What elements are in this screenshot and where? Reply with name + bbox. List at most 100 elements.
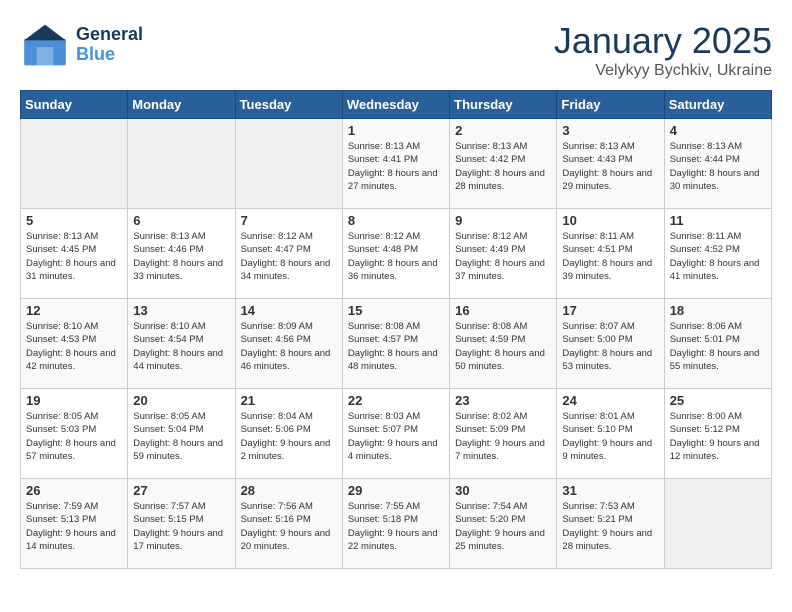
calendar-cell: 17 Sunrise: 8:07 AM Sunset: 5:00 PM Dayli… bbox=[557, 299, 664, 389]
day-info: Sunrise: 7:59 AM Sunset: 5:13 PM Dayligh… bbox=[26, 500, 122, 553]
calendar-cell: 12Sunrise: 8:10 AM Sunset: 4:53 PM Dayli… bbox=[21, 299, 128, 389]
day-number: 14 bbox=[241, 303, 337, 318]
calendar-cell: 6 Sunrise: 8:13 AM Sunset: 4:46 PM Daylig… bbox=[128, 209, 235, 299]
calendar-week-4: 19Sunrise: 8:05 AM Sunset: 5:03 PM Dayli… bbox=[21, 389, 772, 479]
day-info: Sunrise: 8:00 AM Sunset: 5:12 PM Dayligh… bbox=[670, 410, 766, 463]
day-number: 4 bbox=[670, 123, 766, 138]
day-info: Sunrise: 8:08 AM Sunset: 4:59 PM Dayligh… bbox=[455, 320, 551, 373]
calendar-cell bbox=[21, 119, 128, 209]
day-info: Sunrise: 8:13 AM Sunset: 4:44 PM Dayligh… bbox=[670, 140, 766, 193]
day-number: 26 bbox=[26, 483, 122, 498]
calendar-cell bbox=[128, 119, 235, 209]
calendar-cell: 21 Sunrise: 8:04 AM Sunset: 5:06 PM Dayli… bbox=[235, 389, 342, 479]
day-number: 3 bbox=[562, 123, 658, 138]
day-number: 18 bbox=[670, 303, 766, 318]
calendar-title: January 2025 bbox=[554, 20, 772, 62]
calendar-week-2: 5 Sunrise: 8:13 AM Sunset: 4:45 PM Daylig… bbox=[21, 209, 772, 299]
day-info: Sunrise: 8:04 AM Sunset: 5:06 PM Dayligh… bbox=[241, 410, 337, 463]
day-info: Sunrise: 8:13 AM Sunset: 4:42 PM Dayligh… bbox=[455, 140, 551, 193]
calendar-body: 1 Sunrise: 8:13 AM Sunset: 4:41 PM Daylig… bbox=[21, 119, 772, 569]
day-info: Sunrise: 8:10 AM Sunset: 4:53 PM Dayligh… bbox=[26, 320, 122, 373]
day-info: Sunrise: 8:12 AM Sunset: 4:49 PM Dayligh… bbox=[455, 230, 551, 283]
calendar-week-3: 12Sunrise: 8:10 AM Sunset: 4:53 PM Dayli… bbox=[21, 299, 772, 389]
day-number: 9 bbox=[455, 213, 551, 228]
day-number: 24 bbox=[562, 393, 658, 408]
day-number: 30 bbox=[455, 483, 551, 498]
calendar-cell: 1 Sunrise: 8:13 AM Sunset: 4:41 PM Daylig… bbox=[342, 119, 449, 209]
calendar-week-1: 1 Sunrise: 8:13 AM Sunset: 4:41 PM Daylig… bbox=[21, 119, 772, 209]
day-number: 27 bbox=[133, 483, 229, 498]
calendar-cell: 20 Sunrise: 8:05 AM Sunset: 5:04 PM Dayli… bbox=[128, 389, 235, 479]
day-number: 1 bbox=[348, 123, 444, 138]
day-number: 17 bbox=[562, 303, 658, 318]
col-wednesday: Wednesday bbox=[342, 91, 449, 119]
calendar-cell: 22 Sunrise: 8:03 AM Sunset: 5:07 PM Dayli… bbox=[342, 389, 449, 479]
day-info: Sunrise: 7:53 AM Sunset: 5:21 PM Dayligh… bbox=[562, 500, 658, 553]
day-number: 5 bbox=[26, 213, 122, 228]
day-number: 13 bbox=[133, 303, 229, 318]
day-info: Sunrise: 8:07 AM Sunset: 5:00 PM Dayligh… bbox=[562, 320, 658, 373]
day-info: Sunrise: 8:13 AM Sunset: 4:45 PM Dayligh… bbox=[26, 230, 122, 283]
col-sunday: Sunday bbox=[21, 91, 128, 119]
header-row: Sunday Monday Tuesday Wednesday Thursday… bbox=[21, 91, 772, 119]
calendar-table: Sunday Monday Tuesday Wednesday Thursday… bbox=[20, 90, 772, 569]
calendar-cell: 5 Sunrise: 8:13 AM Sunset: 4:45 PM Daylig… bbox=[21, 209, 128, 299]
day-info: Sunrise: 8:11 AM Sunset: 4:52 PM Dayligh… bbox=[670, 230, 766, 283]
day-number: 6 bbox=[133, 213, 229, 228]
calendar-cell: 3 Sunrise: 8:13 AM Sunset: 4:43 PM Daylig… bbox=[557, 119, 664, 209]
calendar-cell: 15Sunrise: 8:08 AM Sunset: 4:57 PM Dayli… bbox=[342, 299, 449, 389]
calendar-cell bbox=[664, 479, 771, 569]
calendar-cell: 19Sunrise: 8:05 AM Sunset: 5:03 PM Dayli… bbox=[21, 389, 128, 479]
col-monday: Monday bbox=[128, 91, 235, 119]
col-tuesday: Tuesday bbox=[235, 91, 342, 119]
calendar-cell: 23 Sunrise: 8:02 AM Sunset: 5:09 PM Dayli… bbox=[450, 389, 557, 479]
day-info: Sunrise: 7:57 AM Sunset: 5:15 PM Dayligh… bbox=[133, 500, 229, 553]
day-number: 31 bbox=[562, 483, 658, 498]
title-block: January 2025 Velykyy Bychkiv, Ukraine bbox=[554, 20, 772, 80]
calendar-cell: 18 Sunrise: 8:06 AM Sunset: 5:01 PM Dayli… bbox=[664, 299, 771, 389]
day-info: Sunrise: 8:13 AM Sunset: 4:41 PM Dayligh… bbox=[348, 140, 444, 193]
day-number: 23 bbox=[455, 393, 551, 408]
day-info: Sunrise: 8:11 AM Sunset: 4:51 PM Dayligh… bbox=[562, 230, 658, 283]
day-number: 25 bbox=[670, 393, 766, 408]
day-number: 21 bbox=[241, 393, 337, 408]
calendar-cell: 10 Sunrise: 8:11 AM Sunset: 4:51 PM Dayli… bbox=[557, 209, 664, 299]
calendar-subtitle: Velykyy Bychkiv, Ukraine bbox=[554, 62, 772, 80]
day-number: 20 bbox=[133, 393, 229, 408]
day-info: Sunrise: 7:56 AM Sunset: 5:16 PM Dayligh… bbox=[241, 500, 337, 553]
calendar-cell: 4 Sunrise: 8:13 AM Sunset: 4:44 PM Daylig… bbox=[664, 119, 771, 209]
col-saturday: Saturday bbox=[664, 91, 771, 119]
day-number: 28 bbox=[241, 483, 337, 498]
day-number: 16 bbox=[455, 303, 551, 318]
page-header: General Blue January 2025 Velykyy Bychki… bbox=[20, 20, 772, 80]
day-info: Sunrise: 8:13 AM Sunset: 4:43 PM Dayligh… bbox=[562, 140, 658, 193]
day-number: 10 bbox=[562, 213, 658, 228]
day-info: Sunrise: 8:08 AM Sunset: 4:57 PM Dayligh… bbox=[348, 320, 444, 373]
calendar-cell: 9 Sunrise: 8:12 AM Sunset: 4:49 PM Daylig… bbox=[450, 209, 557, 299]
calendar-cell: 27 Sunrise: 7:57 AM Sunset: 5:15 PM Dayli… bbox=[128, 479, 235, 569]
day-info: Sunrise: 8:10 AM Sunset: 4:54 PM Dayligh… bbox=[133, 320, 229, 373]
col-thursday: Thursday bbox=[450, 91, 557, 119]
calendar-cell: 11 Sunrise: 8:11 AM Sunset: 4:52 PM Dayli… bbox=[664, 209, 771, 299]
day-number: 11 bbox=[670, 213, 766, 228]
logo-text: General Blue bbox=[76, 25, 143, 65]
day-info: Sunrise: 8:03 AM Sunset: 5:07 PM Dayligh… bbox=[348, 410, 444, 463]
calendar-cell: 25 Sunrise: 8:00 AM Sunset: 5:12 PM Dayli… bbox=[664, 389, 771, 479]
day-number: 19 bbox=[26, 393, 122, 408]
day-info: Sunrise: 8:02 AM Sunset: 5:09 PM Dayligh… bbox=[455, 410, 551, 463]
day-number: 29 bbox=[348, 483, 444, 498]
logo-icon bbox=[20, 20, 70, 70]
day-info: Sunrise: 8:06 AM Sunset: 5:01 PM Dayligh… bbox=[670, 320, 766, 373]
calendar-cell: 29Sunrise: 7:55 AM Sunset: 5:18 PM Dayli… bbox=[342, 479, 449, 569]
logo: General Blue bbox=[20, 20, 143, 70]
day-info: Sunrise: 8:09 AM Sunset: 4:56 PM Dayligh… bbox=[241, 320, 337, 373]
day-info: Sunrise: 8:12 AM Sunset: 4:47 PM Dayligh… bbox=[241, 230, 337, 283]
day-number: 22 bbox=[348, 393, 444, 408]
day-number: 7 bbox=[241, 213, 337, 228]
calendar-cell: 24 Sunrise: 8:01 AM Sunset: 5:10 PM Dayli… bbox=[557, 389, 664, 479]
day-info: Sunrise: 8:05 AM Sunset: 5:04 PM Dayligh… bbox=[133, 410, 229, 463]
day-info: Sunrise: 8:01 AM Sunset: 5:10 PM Dayligh… bbox=[562, 410, 658, 463]
day-info: Sunrise: 8:13 AM Sunset: 4:46 PM Dayligh… bbox=[133, 230, 229, 283]
calendar-cell: 7 Sunrise: 8:12 AM Sunset: 4:47 PM Daylig… bbox=[235, 209, 342, 299]
calendar-cell: 30Sunrise: 7:54 AM Sunset: 5:20 PM Dayli… bbox=[450, 479, 557, 569]
